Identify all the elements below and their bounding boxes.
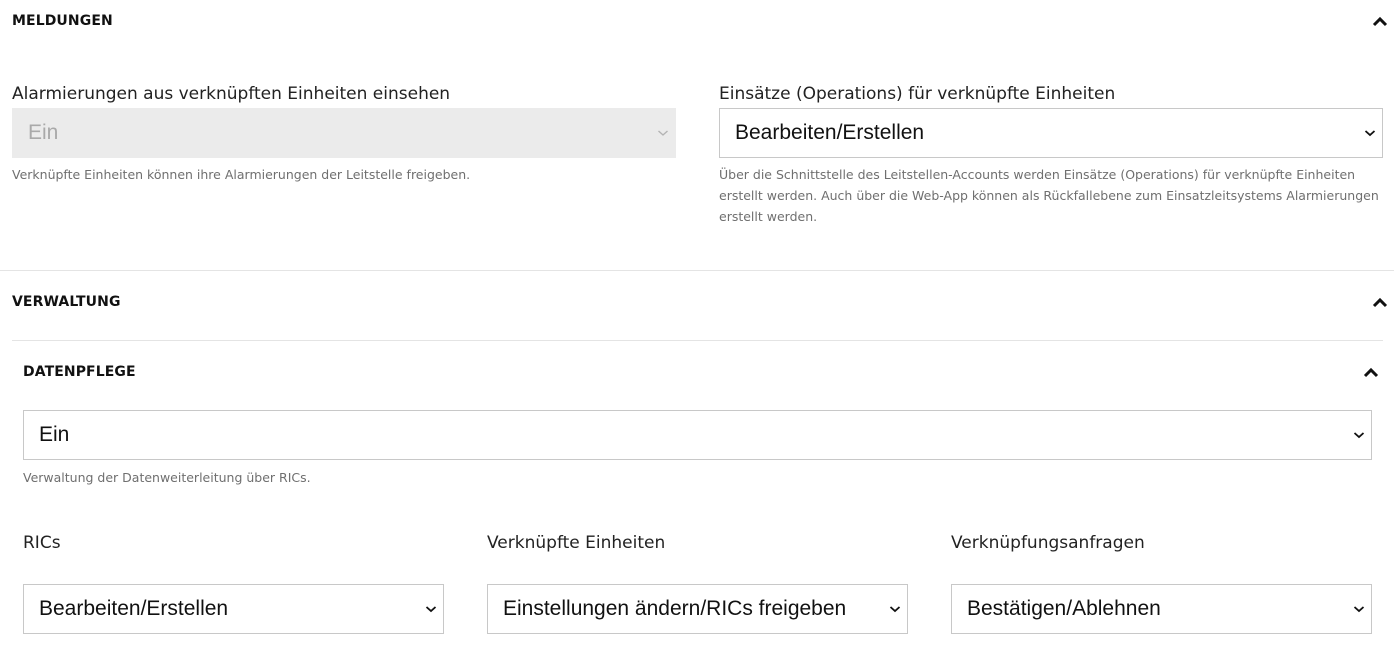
- field-label-alarm-view: Alarmierungen aus verknüpften Einheiten …: [12, 84, 451, 104]
- select-value: Bearbeiten/Erstellen: [39, 597, 229, 620]
- chevron-down-icon: [1353, 606, 1365, 613]
- select-value: Bestätigen/Ablehnen: [967, 597, 1161, 620]
- select-value: Ein: [28, 121, 59, 144]
- field-label-rics: RICs: [23, 533, 61, 553]
- chevron-down-icon: [1364, 130, 1376, 137]
- datenpflege-select[interactable]: Ein: [23, 410, 1372, 460]
- select-value: Bearbeiten/Erstellen: [735, 121, 925, 144]
- section-title: VERWALTUNG: [12, 294, 121, 310]
- chevron-down-icon: [1353, 432, 1365, 439]
- operations-select[interactable]: Bearbeiten/Erstellen: [719, 108, 1383, 158]
- chevron-down-icon: [889, 606, 901, 613]
- alarm-view-select: Ein: [12, 108, 676, 158]
- field-label-operations: Einsätze (Operations) für verknüpfte Ein…: [719, 84, 1116, 104]
- subsection-divider: [12, 340, 1383, 341]
- chevron-up-icon[interactable]: [1372, 296, 1388, 308]
- linked-units-select[interactable]: Einstellungen ändern/RICs freigeben: [487, 584, 908, 634]
- help-text: Verknüpfte Einheiten können ihre Alarmie…: [12, 167, 471, 182]
- field-label-link-requests: Verknüpfungsanfragen: [951, 533, 1145, 553]
- field-label-linked-units: Verknüpfte Einheiten: [487, 533, 666, 553]
- help-text: Verwaltung der Datenweiterleitung über R…: [23, 470, 311, 485]
- chevron-up-icon[interactable]: [1372, 15, 1388, 27]
- help-text: Über die Schnittstelle des Leitstellen-A…: [719, 167, 1379, 224]
- link-requests-select[interactable]: Bestätigen/Ablehnen: [951, 584, 1372, 634]
- section-header-meldungen[interactable]: MELDUNGEN: [12, 9, 1388, 33]
- chevron-down-icon: [425, 606, 437, 613]
- select-value: Einstellungen ändern/RICs freigeben: [503, 597, 847, 620]
- select-value: Ein: [39, 423, 70, 446]
- section-title: DATENPFLEGE: [23, 364, 136, 380]
- section-divider: [0, 270, 1394, 271]
- section-header-verwaltung[interactable]: VERWALTUNG: [12, 290, 1388, 314]
- chevron-down-icon: [658, 130, 668, 136]
- section-header-datenpflege[interactable]: DATENPFLEGE: [23, 360, 1379, 384]
- chevron-up-icon[interactable]: [1363, 366, 1379, 378]
- rics-select[interactable]: Bearbeiten/Erstellen: [23, 584, 444, 634]
- section-title: MELDUNGEN: [12, 13, 113, 29]
